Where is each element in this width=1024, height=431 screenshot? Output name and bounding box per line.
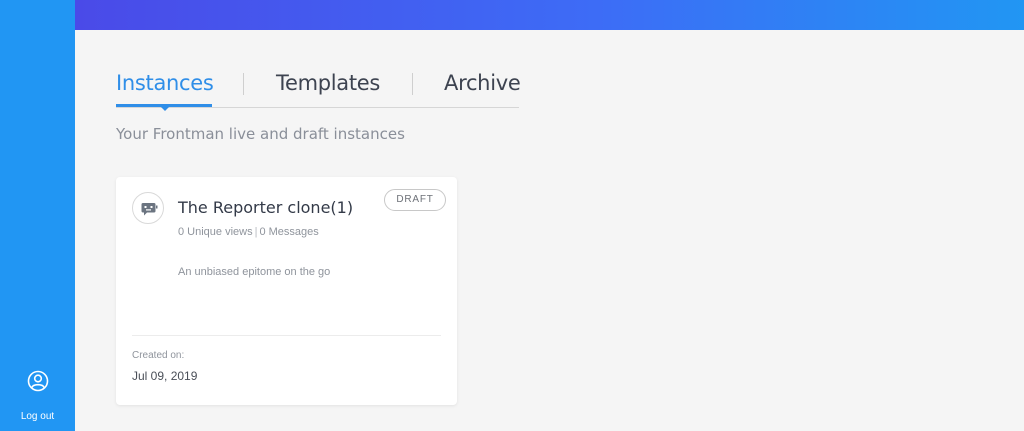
chat-bot-icon (141, 203, 158, 216)
top-bar (75, 0, 1024, 30)
logout-button[interactable]: Log out (0, 411, 75, 422)
messages-count: 0 Messages (259, 226, 319, 238)
tab-bar: Instances Templates Archive (116, 64, 521, 111)
user-circle-icon[interactable] (27, 370, 49, 392)
card-divider (132, 335, 441, 336)
tab-separator (243, 73, 244, 95)
tab-templates[interactable]: Templates (276, 71, 380, 95)
instance-stats: 0 Unique views | 0 Messages (178, 226, 319, 238)
created-date: Jul 09, 2019 (132, 369, 198, 383)
page-subtitle: Your Frontman live and draft instances (116, 125, 405, 143)
instance-card[interactable]: The Reporter clone(1) 0 Unique views | 0 M… (116, 177, 457, 405)
instance-description: An unbiased epitome on the go (178, 266, 331, 278)
instance-avatar (132, 192, 164, 224)
stats-separator: | (254, 226, 258, 238)
tab-archive[interactable]: Archive (444, 71, 521, 95)
created-label: Created on: (132, 350, 185, 361)
tab-instances[interactable]: Instances (116, 71, 214, 95)
sidebar: Log out (0, 0, 75, 431)
unique-views: 0 Unique views (178, 226, 253, 238)
active-tab-caret (160, 106, 170, 111)
tab-separator (412, 73, 413, 95)
instance-title[interactable]: The Reporter clone(1) (178, 198, 353, 217)
status-badge: DRAFT (384, 189, 446, 211)
